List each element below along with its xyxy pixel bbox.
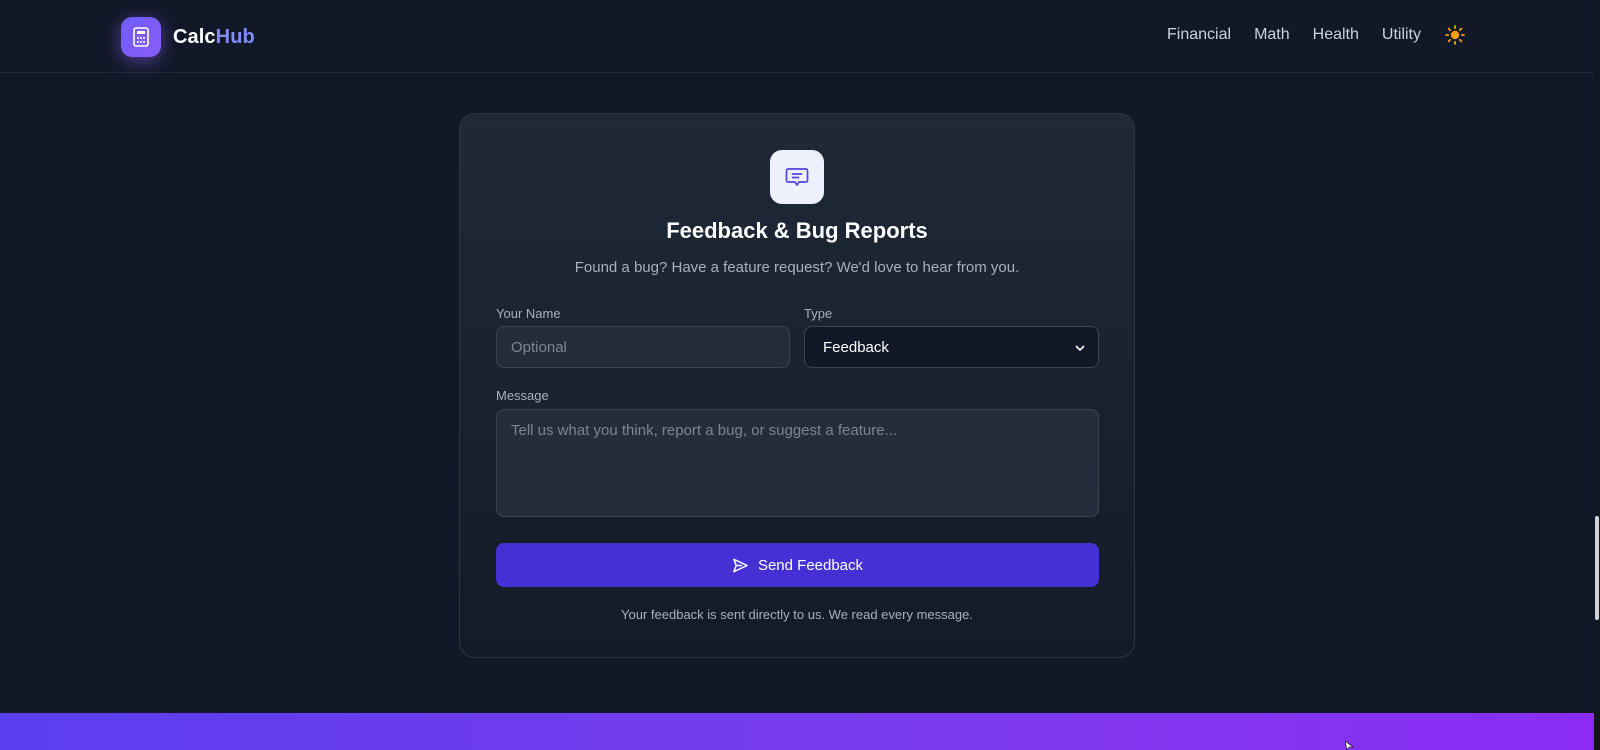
nav-link-health[interactable]: Health <box>1313 26 1359 44</box>
mouse-cursor-icon <box>1345 741 1354 750</box>
scrollbar-track[interactable] <box>1594 0 1600 750</box>
feedback-footnote: Your feedback is sent directly to us. We… <box>621 607 973 622</box>
chevron-down-icon <box>1075 345 1085 351</box>
page-subtitle: Found a bug? Have a feature request? We'… <box>574 259 1020 276</box>
name-input[interactable] <box>496 326 790 368</box>
nav-link-financial[interactable]: Financial <box>1167 26 1231 44</box>
send-feedback-button[interactable]: Send Feedback <box>496 543 1099 587</box>
message-textarea[interactable] <box>496 409 1099 517</box>
brand-name-part1: Calc <box>173 25 216 48</box>
message-label: Message <box>496 388 549 403</box>
send-icon <box>733 558 748 572</box>
brand-name-part2: Hub <box>215 25 255 48</box>
brand-name: CalcHub <box>173 26 255 49</box>
brand[interactable]: CalcHub <box>121 17 255 57</box>
page-title: Feedback & Bug Reports <box>666 218 928 243</box>
send-feedback-label: Send Feedback <box>757 556 864 574</box>
main-nav: Financial Math Health Utility <box>1167 24 1466 46</box>
footer-band <box>0 713 1595 750</box>
type-label: Type <box>804 306 833 321</box>
calculator-icon <box>121 17 161 57</box>
message-icon <box>770 150 824 204</box>
sun-icon[interactable] <box>1444 24 1466 46</box>
type-select-value: Feedback <box>823 338 889 356</box>
type-select[interactable]: Feedback <box>804 326 1099 368</box>
top-navbar: CalcHub Financial Math Health Utility <box>0 0 1600 73</box>
nav-link-utility[interactable]: Utility <box>1382 26 1421 44</box>
nav-link-math[interactable]: Math <box>1254 26 1290 44</box>
name-label: Your Name <box>496 306 561 321</box>
scrollbar-thumb[interactable] <box>1595 516 1599 620</box>
feedback-card: Feedback & Bug Reports Found a bug? Have… <box>459 113 1135 658</box>
